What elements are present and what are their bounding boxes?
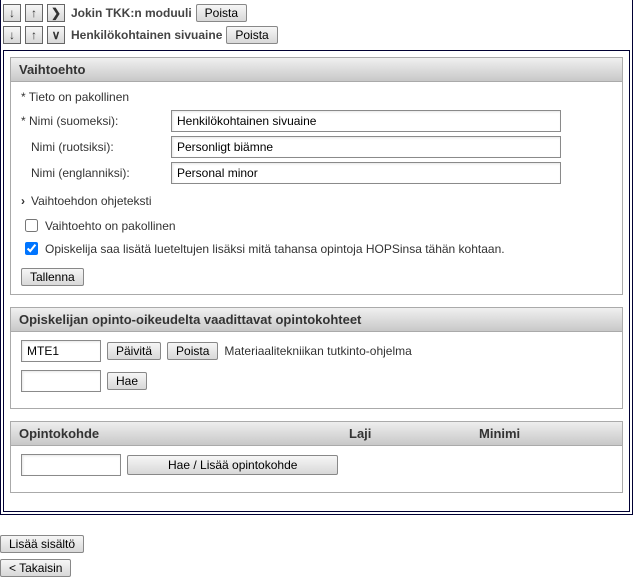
extra-studies-checkbox[interactable] <box>25 242 38 255</box>
name-sv-input[interactable] <box>171 136 561 158</box>
move-up-icon[interactable]: ↑ <box>25 4 43 22</box>
module-row-personal: ↓ ↑ ∨ Henkilökohtainen sivuaine Poista <box>3 24 630 46</box>
module-detail-frame: Vaihtoehto * Tieto on pakollinen * Nimi … <box>3 50 630 512</box>
mandatory-note: * Tieto on pakollinen <box>21 90 612 104</box>
name-en-input[interactable] <box>171 162 561 184</box>
move-down-icon[interactable]: ↓ <box>3 4 21 22</box>
mandatory-checkbox-label: Vaihtoehto on pakollinen <box>45 219 176 233</box>
col-minimi: Minimi <box>471 422 622 445</box>
add-content-button[interactable]: Lisää sisältö <box>0 535 84 553</box>
help-text-toggle[interactable]: › Vaihtoehdon ohjeteksti <box>21 194 612 208</box>
code-input[interactable] <box>21 340 101 362</box>
expand-icon[interactable]: ❯ <box>47 4 65 22</box>
update-button[interactable]: Päivitä <box>107 342 161 360</box>
search-button[interactable]: Hae <box>107 372 147 390</box>
program-description: Materiaalitekniikan tutkinto-ohjelma <box>224 344 411 358</box>
col-opintokohde: Opintokohde <box>11 422 341 445</box>
extra-studies-checkbox-label: Opiskelija saa lisätä lueteltujen lisäks… <box>45 242 505 256</box>
remove-button[interactable]: Poista <box>167 342 218 360</box>
module-row-tkk: ↓ ↑ ❯ Jokin TKK:n moduuli Poista <box>3 2 630 24</box>
option-panel-title: Vaihtoehto <box>11 58 622 82</box>
chevron-right-icon: › <box>21 194 31 208</box>
col-laji: Laji <box>341 422 471 445</box>
study-rights-title: Opiskelijan opinto-oikeudelta vaadittava… <box>11 308 622 332</box>
name-fi-input[interactable] <box>171 110 561 132</box>
module-label: Henkilökohtainen sivuaine <box>71 28 222 42</box>
save-button[interactable]: Tallenna <box>21 268 84 286</box>
study-rights-panel: Opiskelijan opinto-oikeudelta vaadittava… <box>10 307 623 409</box>
help-text-label: Vaihtoehdon ohjeteksti <box>31 194 152 208</box>
move-down-icon[interactable]: ↓ <box>3 26 21 44</box>
search-code-input[interactable] <box>21 370 101 392</box>
course-code-input[interactable] <box>21 454 121 476</box>
mandatory-checkbox[interactable] <box>25 219 38 232</box>
module-label: Jokin TKK:n moduuli <box>71 6 192 20</box>
move-up-icon[interactable]: ↑ <box>25 26 43 44</box>
name-sv-label: Nimi (ruotsiksi): <box>21 140 171 154</box>
option-panel: Vaihtoehto * Tieto on pakollinen * Nimi … <box>10 57 623 295</box>
course-table-header: Opintokohde Laji Minimi <box>11 422 622 446</box>
remove-button[interactable]: Poista <box>196 4 247 22</box>
course-panel: Opintokohde Laji Minimi Hae / Lisää opin… <box>10 421 623 493</box>
collapse-icon[interactable]: ∨ <box>47 26 65 44</box>
name-fi-label: * Nimi (suomeksi): <box>21 114 171 128</box>
name-en-label: Nimi (englanniksi): <box>21 166 171 180</box>
remove-button[interactable]: Poista <box>226 26 277 44</box>
add-course-button[interactable]: Hae / Lisää opintokohde <box>127 455 338 475</box>
back-button[interactable]: < Takaisin <box>0 559 71 577</box>
